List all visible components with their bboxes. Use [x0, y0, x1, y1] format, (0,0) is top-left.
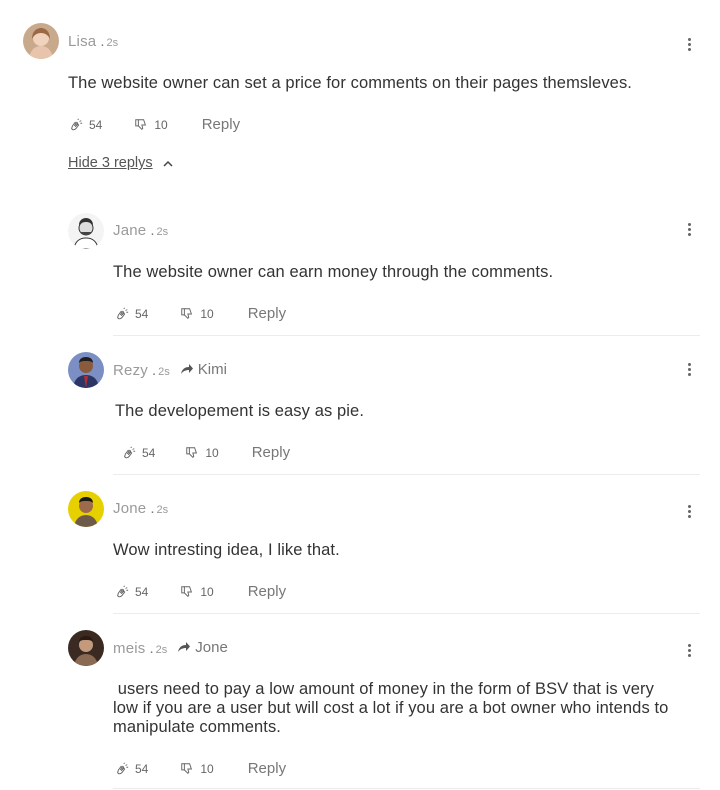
avatar[interactable]: [68, 630, 104, 666]
divider: [113, 474, 700, 475]
comment-text: The website owner can earn money through…: [113, 263, 554, 281]
clap-icon: [117, 762, 129, 774]
more-vertical-icon[interactable]: [688, 38, 692, 52]
thumbs-down-icon: [181, 307, 193, 319]
avatar[interactable]: [68, 352, 104, 388]
dislike-count: 10: [200, 584, 214, 599]
divider: [113, 335, 700, 336]
reply-to-user[interactable]: Kimi: [180, 361, 227, 378]
dislike-count: 10: [200, 761, 214, 776]
like-button[interactable]: 54: [69, 118, 102, 132]
comment-header: Lisa . 2s: [68, 33, 118, 50]
comment-text: users need to pay a low amount of money …: [113, 680, 674, 736]
reply-button[interactable]: Reply: [248, 760, 286, 777]
thumbs-down-icon: [186, 446, 198, 458]
reply-button[interactable]: Reply: [248, 305, 286, 322]
comment-header: Rezy . 2s Kimi: [113, 361, 227, 379]
clap-icon: [117, 585, 129, 597]
dislike-button[interactable]: 10: [180, 306, 214, 321]
dislike-count: 10: [154, 117, 168, 132]
author-name[interactable]: meis: [113, 640, 145, 657]
clap-icon: [117, 307, 129, 319]
like-count: 54: [142, 445, 156, 460]
divider: [113, 788, 700, 789]
hide-replies-toggle[interactable]: Hide 3 replys: [68, 155, 173, 171]
comment-text: The website owner can set a price for co…: [68, 74, 632, 92]
reply-arrow-icon: [180, 364, 193, 374]
dislike-button[interactable]: 10: [180, 584, 214, 599]
dislike-button[interactable]: 10: [134, 117, 168, 132]
comment-header: Jane . 2s: [113, 222, 168, 239]
reply-to-user[interactable]: Jone: [177, 639, 228, 656]
like-button[interactable]: 54: [115, 307, 148, 321]
like-count: 54: [135, 584, 149, 599]
comment-actions: 54 10 Reply: [122, 444, 290, 461]
avatar[interactable]: [68, 213, 104, 249]
avatar[interactable]: [68, 491, 104, 527]
author-name[interactable]: Jane: [113, 222, 146, 239]
clap-icon: [124, 446, 136, 458]
separator: .: [100, 33, 105, 50]
timestamp: 2s: [158, 366, 170, 378]
timestamp: 2s: [156, 226, 169, 238]
like-button[interactable]: 54: [115, 762, 148, 776]
separator: .: [150, 222, 155, 239]
separator: .: [151, 362, 157, 379]
timestamp: 2s: [155, 644, 168, 656]
comment-header: Jone . 2s: [113, 500, 168, 517]
timestamp: 2s: [106, 37, 119, 49]
comment-header: meis . 2s Jone: [113, 639, 228, 657]
hide-replies-link[interactable]: Hide 3 replys: [68, 155, 153, 171]
separator: .: [149, 640, 154, 657]
more-vertical-icon[interactable]: [688, 363, 692, 377]
chevron-up-icon: [163, 160, 173, 167]
separator: .: [150, 500, 155, 517]
reply-button[interactable]: Reply: [252, 444, 290, 461]
like-button[interactable]: 54: [115, 585, 148, 599]
reply-button[interactable]: Reply: [202, 116, 240, 133]
thumbs-down-icon: [135, 118, 147, 130]
comment-actions: 54 10 Reply: [115, 760, 286, 777]
dislike-button[interactable]: 10: [185, 445, 219, 460]
more-vertical-icon[interactable]: [688, 505, 692, 519]
more-vertical-icon[interactable]: [688, 644, 692, 658]
reply-to-name: Kimi: [197, 361, 227, 378]
dislike-count: 10: [205, 445, 219, 460]
author-name[interactable]: Lisa: [68, 33, 96, 50]
like-count: 54: [135, 306, 149, 321]
comment-actions: 54 10 Reply: [115, 305, 286, 322]
thumbs-down-icon: [181, 762, 193, 774]
reply-button[interactable]: Reply: [248, 583, 286, 600]
comment-actions: 54 10 Reply: [69, 116, 240, 133]
reply-to-name: Jone: [195, 639, 228, 656]
like-count: 54: [135, 761, 149, 776]
like-count: 54: [89, 117, 103, 132]
timestamp: 2s: [156, 504, 169, 516]
clap-icon: [71, 118, 83, 130]
reply-arrow-icon: [178, 642, 191, 652]
dislike-button[interactable]: 10: [180, 761, 214, 776]
comment-text: Wow intresting idea, I like that.: [113, 541, 340, 559]
divider: [113, 613, 700, 614]
author-name[interactable]: Jone: [113, 500, 146, 517]
more-vertical-icon[interactable]: [688, 223, 692, 237]
like-button[interactable]: 54: [122, 446, 155, 460]
author-name[interactable]: Rezy: [113, 362, 148, 379]
comment-actions: 54 10 Reply: [115, 583, 286, 600]
comment-text: The developement is easy as pie.: [115, 402, 365, 420]
avatar[interactable]: [23, 23, 59, 59]
thumbs-down-icon: [181, 585, 193, 597]
dislike-count: 10: [200, 306, 214, 321]
